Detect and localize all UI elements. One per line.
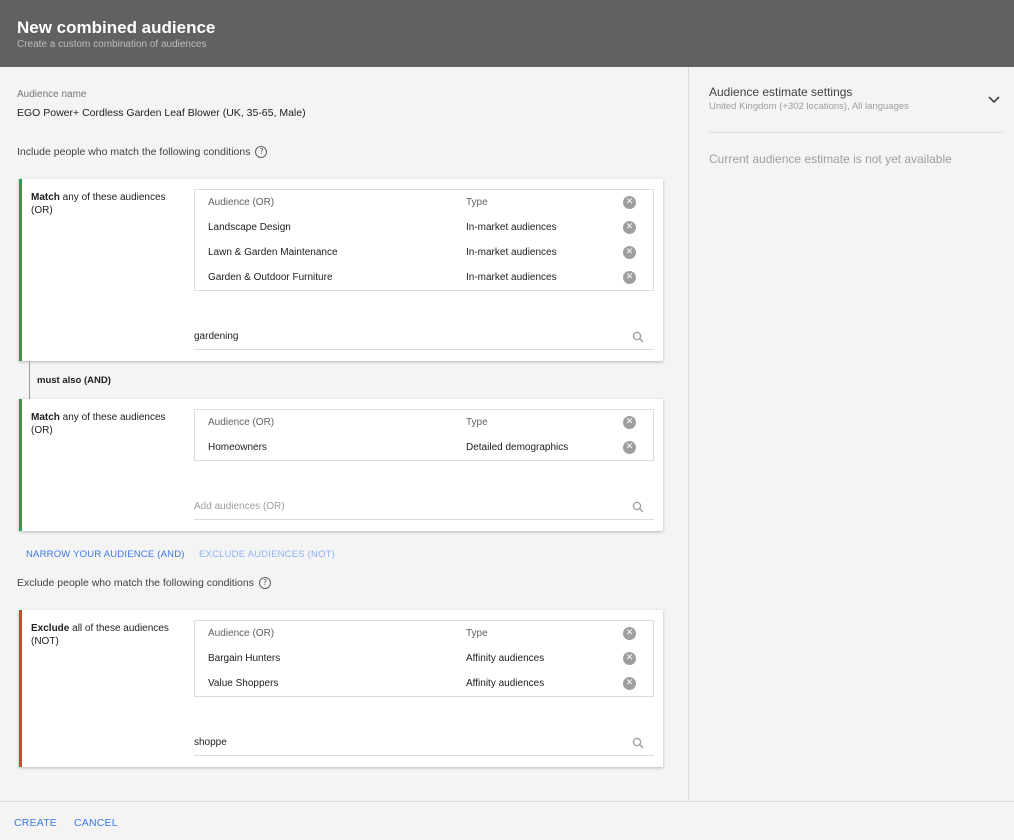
audience-cell: Bargain Hunters [208, 653, 281, 664]
audience-name-field[interactable]: EGO Power+ Cordless Garden Leaf Blower (… [17, 107, 306, 119]
col-audience-header: Audience (OR) [208, 628, 275, 639]
exclude-audiences-button[interactable]: EXCLUDE AUDIENCES (NOT) [199, 549, 335, 560]
col-audience-header: Audience (OR) [208, 417, 275, 428]
help-icon[interactable]: ? [255, 146, 268, 158]
remove-all-icon[interactable]: ✕ [623, 416, 636, 429]
estimate-note: Current audience estimate is not yet ava… [709, 152, 952, 166]
group-heading: Exclude all of these audiences (NOT) [31, 622, 181, 648]
audience-search-input[interactable]: gardening [194, 326, 654, 350]
divider [709, 132, 1003, 133]
and-connector-line [29, 361, 30, 399]
group-heading: Match any of these audiences (OR) [31, 191, 181, 217]
estimate-settings-title[interactable]: Audience estimate settings [709, 85, 852, 99]
audience-cell: Garden & Outdoor Furniture [208, 272, 333, 283]
audience-cell: Homeowners [208, 442, 267, 453]
audience-name-label: Audience name [17, 89, 87, 100]
table-row: Lawn & Garden Maintenance In-market audi… [195, 240, 653, 265]
cancel-button[interactable]: CANCEL [74, 817, 118, 829]
dialog-title: New combined audience [17, 18, 216, 37]
include-conditions-text: Include people who match the following c… [17, 146, 251, 158]
col-type-header: Type [466, 417, 488, 428]
chevron-down-icon[interactable] [987, 95, 1001, 105]
exclude-conditions-label: Exclude people who match the following c… [17, 577, 271, 589]
table-row: Garden & Outdoor Furniture In-market aud… [195, 265, 653, 290]
help-icon[interactable]: ? [258, 577, 271, 589]
remove-icon[interactable]: ✕ [623, 652, 636, 665]
audience-table: Audience (OR) Type ✕ Homeowners Detailed… [194, 409, 654, 461]
search-value: gardening [194, 331, 239, 342]
audience-cell: Landscape Design [208, 222, 291, 233]
group-heading-bold: Match [31, 412, 60, 423]
group-heading-bold: Exclude [31, 623, 70, 634]
create-button[interactable]: CREATE [14, 817, 57, 829]
col-type-header: Type [466, 197, 488, 208]
table-row: Value Shoppers Affinity audiences ✕ [195, 671, 653, 696]
exclude-conditions-text: Exclude people who match the following c… [17, 577, 254, 589]
exclude-group: Exclude all of these audiences (NOT) Aud… [19, 610, 663, 767]
and-connector-label: must also (AND) [37, 375, 111, 386]
search-icon [632, 737, 644, 749]
table-row: Landscape Design In-market audiences ✕ [195, 215, 653, 240]
remove-all-icon[interactable]: ✕ [623, 627, 636, 640]
search-value: shoppe [194, 737, 227, 748]
audience-builder-panel: Audience name EGO Power+ Cordless Garden… [0, 67, 688, 801]
col-audience-header: Audience (OR) [208, 197, 275, 208]
type-cell: In-market audiences [466, 247, 557, 258]
dialog-footer: CREATE CANCEL [0, 801, 1014, 840]
remove-icon[interactable]: ✕ [623, 677, 636, 690]
remove-all-icon[interactable]: ✕ [623, 196, 636, 209]
dialog-subtitle: Create a custom combination of audiences [17, 39, 207, 50]
table-row: Homeowners Detailed demographics ✕ [195, 435, 653, 460]
remove-icon[interactable]: ✕ [623, 441, 636, 454]
audience-search-input[interactable]: Add audiences (OR) [194, 496, 654, 520]
narrow-audience-button[interactable]: NARROW YOUR AUDIENCE (AND) [26, 549, 185, 560]
col-type-header: Type [466, 628, 488, 639]
search-icon [632, 331, 644, 343]
include-conditions-label: Include people who match the following c… [17, 146, 268, 158]
type-cell: Affinity audiences [466, 653, 545, 664]
audience-cell: Lawn & Garden Maintenance [208, 247, 338, 258]
search-placeholder: Add audiences (OR) [194, 501, 285, 512]
audience-search-input[interactable]: shoppe [194, 732, 654, 756]
table-row: Bargain Hunters Affinity audiences ✕ [195, 646, 653, 671]
group-heading-bold: Match [31, 192, 60, 203]
include-group-1: Match any of these audiences (OR) Audien… [19, 179, 663, 361]
table-header-row: Audience (OR) Type ✕ [195, 410, 653, 435]
search-icon [632, 501, 644, 513]
audience-table: Audience (OR) Type ✕ Bargain Hunters Aff… [194, 620, 654, 697]
dialog-header: New combined audience Create a custom co… [0, 0, 1014, 67]
remove-icon[interactable]: ✕ [623, 246, 636, 259]
type-cell: Affinity audiences [466, 678, 545, 689]
type-cell: In-market audiences [466, 222, 557, 233]
include-group-2: Match any of these audiences (OR) Audien… [19, 399, 663, 531]
type-cell: In-market audiences [466, 272, 557, 283]
remove-icon[interactable]: ✕ [623, 271, 636, 284]
table-header-row: Audience (OR) Type ✕ [195, 190, 653, 215]
remove-icon[interactable]: ✕ [623, 221, 636, 234]
type-cell: Detailed demographics [466, 442, 569, 453]
audience-cell: Value Shoppers [208, 678, 279, 689]
table-header-row: Audience (OR) Type ✕ [195, 621, 653, 646]
estimate-settings-subtitle: United Kingdom (+302 locations), All lan… [709, 101, 909, 112]
audience-estimate-panel: Audience estimate settings United Kingdo… [688, 67, 1014, 801]
group-heading: Match any of these audiences (OR) [31, 411, 181, 437]
audience-table: Audience (OR) Type ✕ Landscape Design In… [194, 189, 654, 291]
